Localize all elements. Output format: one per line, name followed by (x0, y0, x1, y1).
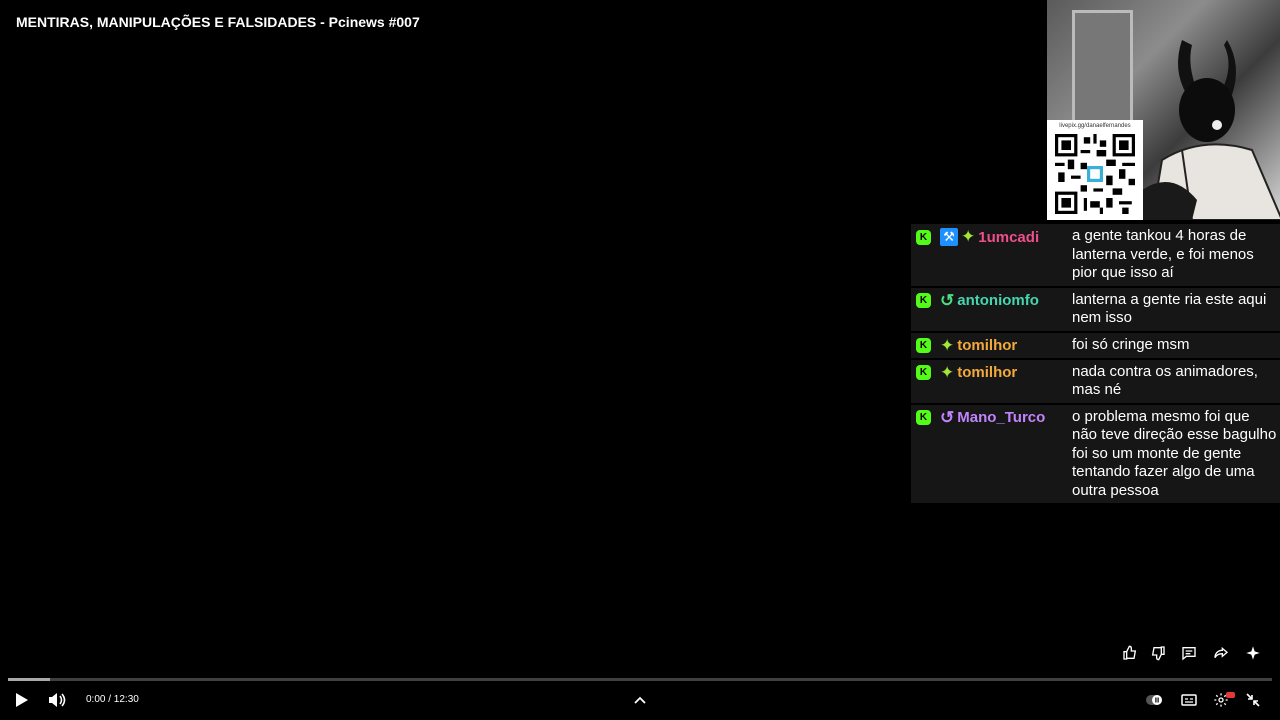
sparkle-icon (1246, 646, 1260, 660)
return-icon: ↺ (940, 290, 955, 310)
chat-text: nada contra os animadores, mas né (1072, 362, 1258, 399)
chat-text: a gente tankou 4 horas de lanterna verde… (1072, 227, 1254, 281)
chat-username: 1umcadi (978, 228, 1040, 246)
volume-button[interactable] (46, 690, 68, 710)
chat-text: lanterna a gente ria este aqui nem isso (1072, 290, 1267, 327)
chat-username: Mano_Turco (957, 409, 1046, 426)
chat-username: tomilhor (957, 337, 1018, 354)
kick-icon: K (916, 229, 931, 245)
share-button[interactable] (1210, 642, 1232, 664)
kick-icon: K (916, 293, 931, 308)
play-icon (16, 693, 28, 707)
progress-bar[interactable] (8, 678, 1272, 681)
dislike-button[interactable] (1147, 642, 1169, 664)
chat-message: K ✦ tomilhor nada contra os animadores, … (911, 359, 1280, 403)
qr-code-panel[interactable]: livepix.gg/danaelfernandes (1047, 120, 1143, 220)
autoplay-toggle[interactable] (1143, 690, 1165, 710)
progress-buffer (8, 678, 50, 681)
collapse-icon (1246, 693, 1260, 707)
thumbs-down-icon (1151, 646, 1165, 661)
hammer-icon: ⚒ (940, 228, 958, 246)
qr-url-label: livepix.gg/danaelfernandes (1059, 123, 1131, 129)
chat-message: K ⚒ ✦ 1umcadi a gente tankou 4 horas de … (911, 224, 1280, 286)
chevron-up-icon (634, 696, 646, 704)
return-icon: ↺ (940, 407, 955, 427)
sparkle-icon: ✦ (961, 227, 976, 246)
chat-message: K ↺ antoniomfo lanterna a gente ria este… (911, 287, 1280, 331)
subtitles-button[interactable] (1178, 690, 1200, 710)
horned-figure-illustration (1142, 40, 1280, 220)
background-door (1072, 10, 1133, 136)
chat-message: K ✦ tomilhor foi só cringe msm (911, 332, 1280, 358)
video-title[interactable]: MENTIRAS, MANIPULAÇÕES E FALSIDADES - Pc… (16, 14, 420, 30)
kick-icon: K (916, 365, 931, 380)
sparkle-icon: ✦ (940, 335, 955, 355)
chat-overlay: K ⚒ ✦ 1umcadi a gente tankou 4 horas de … (911, 224, 1280, 505)
play-button[interactable] (12, 690, 32, 710)
kick-icon: K (916, 410, 931, 425)
chat-text: o problema mesmo foi que não teve direçã… (1072, 407, 1277, 499)
chat-text: foi só cringe msm (1072, 335, 1190, 353)
hd-badge (1226, 692, 1235, 698)
comment-icon (1182, 647, 1196, 661)
expand-panel-button[interactable] (630, 690, 650, 710)
chat-username: tomilhor (957, 364, 1018, 381)
comments-button[interactable] (1178, 642, 1200, 664)
chat-message: K ↺ Mano_Turco o problema mesmo foi que … (911, 404, 1280, 503)
thumbs-up-icon (1123, 645, 1137, 660)
like-button[interactable] (1119, 642, 1141, 664)
ask-button[interactable] (1242, 642, 1264, 664)
captions-icon (1181, 694, 1197, 706)
volume-icon (49, 693, 66, 707)
sparkle-icon: ✦ (940, 362, 955, 382)
qr-code-icon (1055, 134, 1135, 214)
exit-fullscreen-button[interactable] (1243, 690, 1263, 710)
chat-username: antoniomfo (957, 292, 1039, 309)
pause-toggle-icon (1146, 695, 1162, 705)
time-display: 0:00 / 12:30 (86, 694, 139, 705)
share-icon (1214, 646, 1229, 658)
kick-icon: K (916, 338, 931, 353)
